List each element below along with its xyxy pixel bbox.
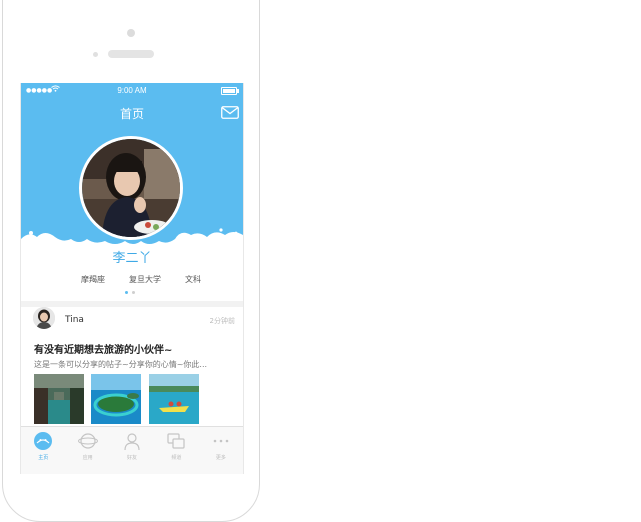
tag-zodiac: 摩羯座 (81, 275, 105, 284)
tab-channels[interactable]: 频道 (154, 427, 198, 474)
tab-bar: 主页 应用 好友 频道 更多 (21, 426, 243, 474)
post-text[interactable]: 这是一条可以分享的帖子~分享你的心情~你此... (34, 359, 234, 370)
tag-major: 文科 (185, 275, 201, 284)
post-username[interactable]: Tina (65, 315, 84, 325)
profile-name: 李二丫 (112, 251, 152, 266)
planet-icon (77, 433, 98, 449)
tab-label: 主页 (38, 455, 49, 461)
phone-frame: ●●●●● 9:00 AM 首页 李二丫 摩羯座 复旦大学 文科 Tina 2分… (0, 0, 262, 522)
profile-header: ●●●●● 9:00 AM 首页 (21, 83, 243, 245)
speaker (108, 50, 154, 58)
page-dot-active (125, 291, 128, 294)
app-screen: ●●●●● 9:00 AM 首页 李二丫 摩羯座 复旦大学 文科 Tina 2分… (20, 83, 244, 474)
post-title[interactable]: 有没有近期想去旅游的小伙伴~ (34, 341, 239, 356)
post-timestamp: 2分钟前 (209, 317, 235, 325)
tab-label: 应用 (82, 455, 93, 461)
tab-apps[interactable]: 应用 (65, 427, 109, 474)
tab-label: 更多 (215, 455, 226, 461)
chat-icon (167, 433, 186, 449)
tab-label: 频道 (171, 455, 182, 461)
page-title: 首页 (119, 107, 144, 121)
status-bar: ●●●●● 9:00 AM (21, 83, 243, 99)
mail-icon[interactable] (221, 106, 239, 119)
user-icon (124, 433, 140, 451)
post-photo[interactable] (91, 374, 141, 424)
home-icon (34, 432, 53, 450)
profile-tags: 摩羯座 复旦大学 文科 (81, 274, 201, 285)
post-user-avatar[interactable] (33, 307, 55, 329)
camera (127, 29, 135, 37)
section-divider (21, 301, 243, 307)
page-indicator[interactable] (125, 291, 145, 295)
tag-school: 复旦大学 (129, 275, 161, 284)
sensor (93, 52, 98, 57)
battery-icon (221, 87, 239, 95)
tab-more[interactable]: 更多 (199, 427, 243, 474)
status-time: 9:00 AM (117, 86, 147, 95)
page-dot (132, 291, 135, 294)
tab-home[interactable]: 主页 (21, 427, 65, 474)
tab-label: 好友 (127, 455, 138, 461)
post-photo[interactable] (149, 374, 199, 424)
tab-friends[interactable]: 好友 (110, 427, 154, 474)
post-photo[interactable] (34, 374, 84, 424)
more-icon (213, 439, 229, 443)
